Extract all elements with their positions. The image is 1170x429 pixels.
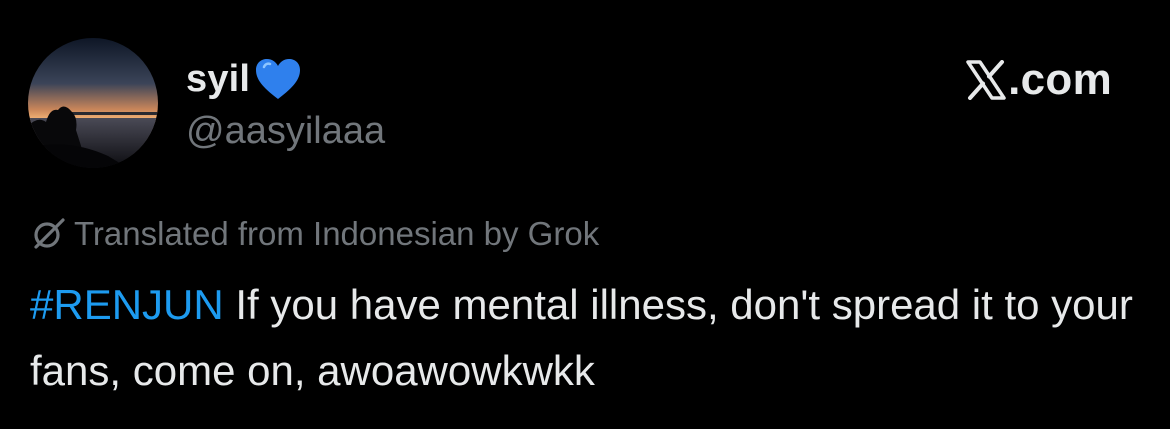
grok-icon [32,216,66,250]
avatar[interactable] [28,38,158,168]
author-handle[interactable]: @aasyilaaa [186,112,385,150]
x-com-logo[interactable]: .com [966,53,1112,107]
author-name-row: syil [186,52,304,106]
display-name[interactable]: syil [186,60,250,98]
translation-label: Translated from Indonesian by Grok [74,214,600,252]
blue-heart-icon [252,55,304,103]
tweet-card: syil @aasyilaaa .com Translated from Ind [0,0,1170,429]
x-logo-text: .com [1008,55,1112,104]
translation-notice[interactable]: Translated from Indonesian by Grok [32,213,599,253]
sunset-avatar-image [28,38,158,168]
x-logo-icon [966,60,1006,100]
hashtag-link[interactable]: #RENJUN [30,281,224,328]
tweet-body: #RENJUN If you have mental illness, don'… [30,272,1140,404]
